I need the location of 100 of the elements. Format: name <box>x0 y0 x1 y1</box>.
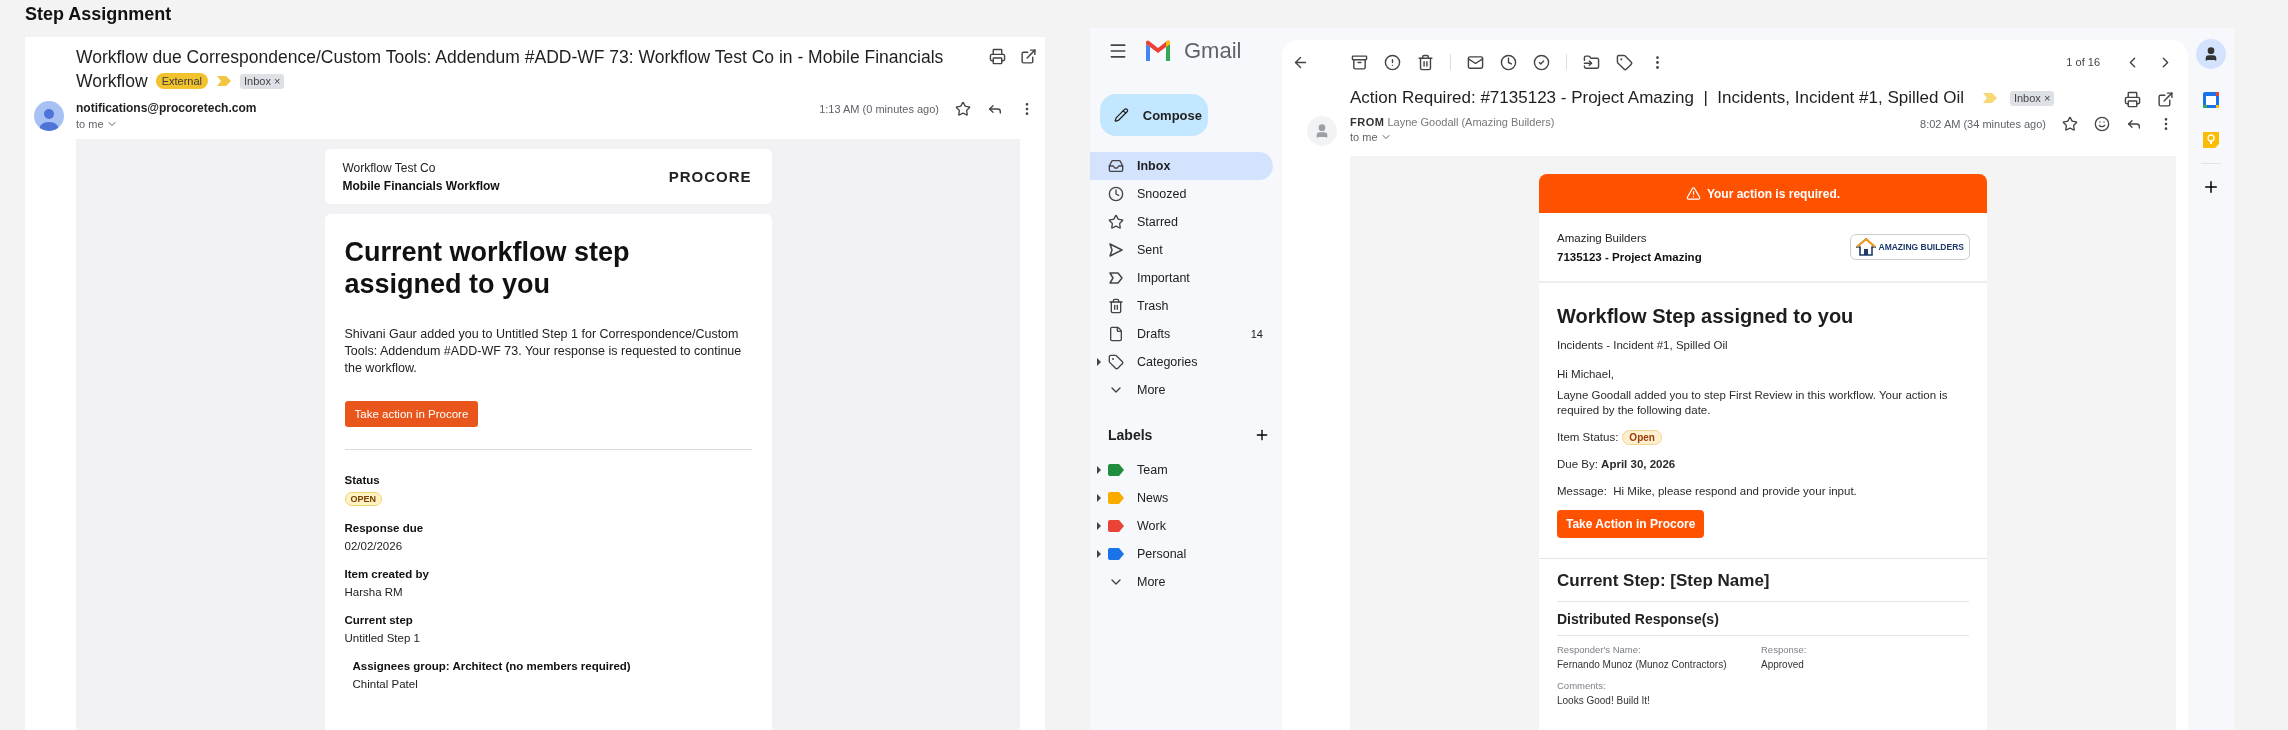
take-action-button[interactable]: Take action in Procore <box>344 401 479 427</box>
item-name: Incidents - Incident #1, Spilled Oil <box>1557 338 1728 353</box>
calendar-icon[interactable] <box>2202 91 2220 109</box>
nav-item[interactable]: Snoozed <box>1090 180 1273 208</box>
email-message: Shivani Gaur added you to Untitled Step 1 for Correspondence/Custom Tools: Addendum #ADD-WF 73. Your response is requested to continue the workflow. <box>344 326 743 377</box>
account-avatar[interactable] <box>2196 39 2226 69</box>
archive-icon[interactable] <box>1351 53 1368 71</box>
page-title: Step Assignment <box>24 3 173 26</box>
email-heading: Current workflow step assigned to you <box>344 236 631 300</box>
print-icon[interactable] <box>2124 91 2141 108</box>
field-label: Status <box>344 474 380 486</box>
project-name: 7135123 - Project Amazing <box>1557 250 1702 263</box>
sender-line: FROM Layne Goodall (Amazing Builders) <box>1350 116 1555 128</box>
inbox-chip[interactable]: Inbox × <box>240 73 285 89</box>
nav-item[interactable]: News <box>1090 484 1273 512</box>
field-label: Current step <box>344 614 413 626</box>
nav-item[interactable]: Drafts 14 <box>1090 320 1273 348</box>
assignees-group-label: Assignees group: Architect (no members required) <box>352 660 631 672</box>
print-icon[interactable] <box>989 48 1006 65</box>
banner-text: Your action is required. <box>1706 186 1841 201</box>
exclamation-icon[interactable] <box>1384 53 1401 71</box>
response-value: Approved <box>1761 659 1804 670</box>
person-icon <box>2203 46 2219 62</box>
email-subject: Workflow due Correspondence/Custom Tools: Addendum #ADD-WF 73: Workflow Test Co in - Mobile Financials <box>76 46 944 69</box>
responses-heading: Distributed Response(s) <box>1556 611 1720 627</box>
company-name: Amazing Builders <box>1557 231 1648 244</box>
field-label: Item created by <box>344 568 429 580</box>
check-circle-icon[interactable] <box>1533 53 1550 71</box>
star-icon <box>1108 214 1124 230</box>
sent-time: 8:02 AM (34 minutes ago) <box>1920 118 2046 130</box>
email-subject: Workflow <box>76 70 148 93</box>
status-label: Item Status: <box>1557 430 1619 445</box>
clock-icon[interactable] <box>1500 53 1517 71</box>
open-new-window-icon[interactable] <box>2157 91 2174 108</box>
current-step-title: Current Step: [Step Name] <box>1556 571 1771 591</box>
nav-item[interactable]: Inbox <box>1090 152 1273 180</box>
greeting: Hi Michael, <box>1557 367 1614 382</box>
open-new-window-icon[interactable] <box>1020 48 1037 65</box>
folder-icon[interactable] <box>1583 53 1600 71</box>
response-label: Responder's Name: <box>1557 644 1641 655</box>
star-icon[interactable] <box>955 101 971 117</box>
field-value: Harsha RM <box>344 586 403 598</box>
tag-icon[interactable] <box>1616 53 1633 71</box>
response-label: Comments: <box>1557 680 1606 691</box>
email-subject: Action Required: #7135123 - Project Amazing | Incidents, Incident #1, Spilled Oil <box>1350 88 1964 108</box>
emoji-icon[interactable] <box>2094 116 2110 132</box>
workflow-name: Mobile Financials Workflow <box>342 178 500 193</box>
field-label: Response due <box>344 522 424 534</box>
response-value: Fernando Munoz (Munoz Contractors) <box>1557 659 1727 670</box>
nav-item[interactable]: Important <box>1090 264 1273 292</box>
field-value: 02/02/2026 <box>344 540 403 552</box>
field-value: Untitled Step 1 <box>344 632 420 644</box>
sent-time: 1:13 AM (0 minutes ago) <box>819 103 939 115</box>
app-name: Gmail <box>1184 38 1242 64</box>
inbox-chip[interactable]: Inbox × <box>2009 90 2055 106</box>
send-icon <box>1108 242 1124 258</box>
nav-item[interactable]: Work <box>1090 512 1273 540</box>
nav-item[interactable]: Personal <box>1090 540 1273 568</box>
nav-item[interactable]: Team <box>1090 456 1273 484</box>
house-icon <box>1855 238 1876 256</box>
recipient-toggle[interactable]: to me <box>76 118 257 130</box>
sender-address: notifications@procoretech.com <box>76 101 257 115</box>
status-badge: OPEN <box>344 492 382 506</box>
pencil-icon <box>1114 107 1129 123</box>
chevron-tag-icon <box>1108 270 1124 286</box>
recipient-toggle[interactable]: to me <box>1350 131 1555 143</box>
compose-button[interactable]: Compose <box>1100 94 1208 136</box>
response-value: Looks Good! Build It! <box>1557 695 1650 706</box>
nav-item[interactable]: More <box>1090 376 1273 404</box>
mail-icon[interactable] <box>1467 53 1484 71</box>
expand-caret-icon[interactable] <box>1096 358 1102 366</box>
response-label: Response: <box>1761 644 1807 655</box>
nav-item[interactable]: Trash <box>1090 292 1273 320</box>
add-label-icon[interactable] <box>1254 427 1270 443</box>
due-date: Due By: April 30, 2026 <box>1557 457 1676 472</box>
logo-text: AMAZING BUILDERS <box>1878 242 1964 252</box>
company-name: Workflow Test Co <box>342 160 437 175</box>
company-logo: PROCORE <box>668 168 752 185</box>
email-heading: Workflow Step assigned to you <box>1557 305 1854 328</box>
add-icon[interactable] <box>2202 178 2220 196</box>
status-badge: Open <box>1622 430 1662 445</box>
expand-caret-icon[interactable] <box>1096 466 1102 474</box>
importance-marker-icon[interactable] <box>216 75 232 87</box>
nav-item[interactable]: More <box>1090 568 1273 596</box>
warning-icon <box>1685 186 1701 201</box>
tag-icon <box>1108 354 1124 370</box>
menu-icon[interactable] <box>1108 41 1128 61</box>
trash-icon <box>1108 298 1124 314</box>
star-icon[interactable] <box>2062 116 2078 132</box>
gmail-logo <box>1144 40 1172 62</box>
expand-caret-icon[interactable] <box>1096 550 1102 558</box>
nav-item[interactable]: Sent <box>1090 236 1273 264</box>
nav-item[interactable]: Starred <box>1090 208 1273 236</box>
nav-item[interactable]: Categories <box>1090 348 1273 376</box>
expand-caret-icon[interactable] <box>1096 522 1102 530</box>
assignee-name: Chintal Patel <box>352 678 418 690</box>
importance-marker-icon[interactable] <box>1981 92 1998 104</box>
trash-icon[interactable] <box>1417 53 1434 71</box>
expand-caret-icon[interactable] <box>1096 494 1102 502</box>
inbox-icon <box>1108 158 1124 174</box>
